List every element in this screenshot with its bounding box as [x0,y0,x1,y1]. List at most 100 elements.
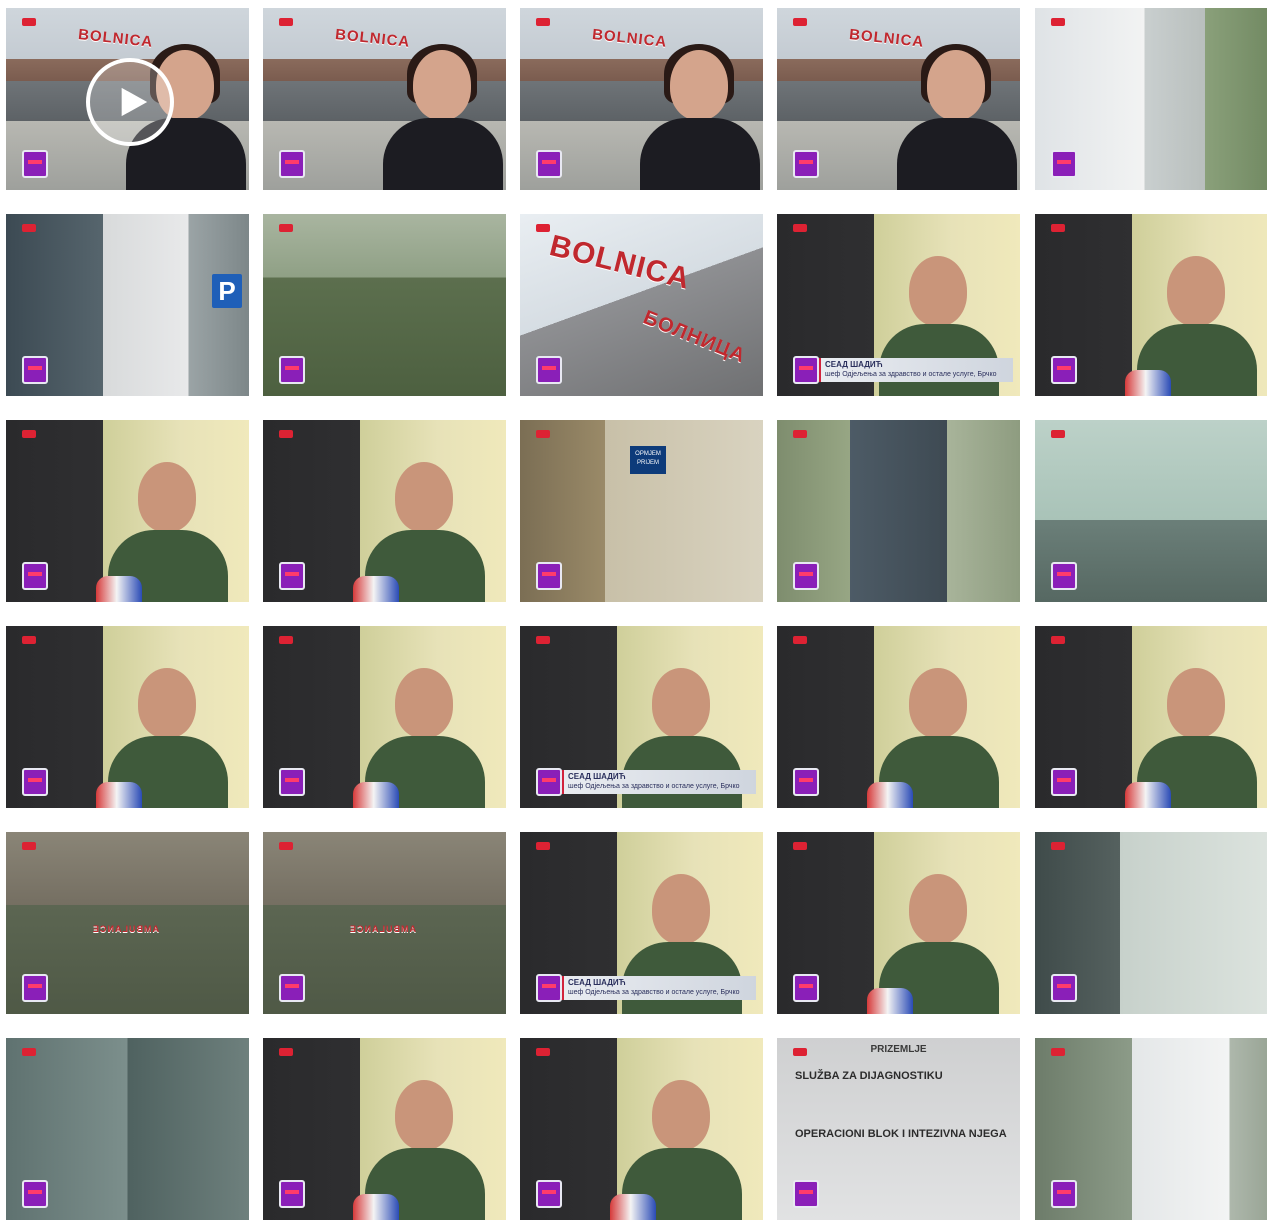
play-icon [121,87,148,117]
video-thumbnail[interactable] [1035,626,1267,808]
channel-logo-icon [793,1180,819,1208]
channel-logo-icon [279,1180,305,1208]
broadcaster-mark-icon [279,18,293,26]
channel-logo-icon [536,974,562,1002]
video-thumbnail[interactable]: BOLNICA [777,8,1020,190]
video-thumbnail[interactable] [777,832,1020,1014]
video-thumbnail[interactable] [777,420,1020,602]
channel-logo-icon [793,356,819,384]
channel-logo-icon [793,768,819,796]
channel-logo-icon [22,562,48,590]
channel-logo-icon [1051,1180,1077,1208]
broadcaster-mark-icon [1051,224,1065,232]
video-thumbnail[interactable] [263,626,506,808]
microphone-icon [96,576,142,602]
broadcaster-mark-icon [22,1048,36,1056]
microphone-icon [353,1194,399,1220]
video-thumbnail[interactable] [6,1038,249,1220]
lower-third-caption: СЕАД ШАДИЋ шеф Одјељења за здравство и ос… [817,358,1013,382]
microphone-icon [96,782,142,808]
parking-sign: P [212,274,242,308]
video-thumbnail[interactable] [6,420,249,602]
video-thumbnail[interactable]: AMBULANCE [263,832,506,1014]
broadcaster-mark-icon [536,224,550,232]
caption-name: СЕАД ШАДИЋ [825,360,883,369]
channel-logo-icon [536,1180,562,1208]
broadcaster-mark-icon [536,430,550,438]
video-thumbnail[interactable] [520,1038,763,1220]
caption-name: СЕАД ШАДИЋ [568,978,626,987]
broadcaster-mark-icon [536,842,550,850]
broadcaster-mark-icon [279,430,293,438]
channel-logo-icon [279,974,305,1002]
channel-logo-icon [793,974,819,1002]
door-sign: OPMJEM PRIJEM [630,446,666,474]
microphone-icon [353,576,399,602]
channel-logo-icon [22,768,48,796]
video-thumbnail[interactable]: OPMJEM PRIJEM [520,420,763,602]
news-anchor [383,40,503,190]
video-thumbnail[interactable]: СЕАД ШАДИЋ шеф Одјељења за здравство и ос… [777,214,1020,396]
broadcaster-mark-icon [279,842,293,850]
video-thumbnail[interactable]: P [6,214,249,396]
news-anchor [897,40,1017,190]
channel-logo-icon [22,356,48,384]
broadcaster-mark-icon [1051,1048,1065,1056]
microphone-icon [353,782,399,808]
microphone-icon [610,1194,656,1220]
video-thumbnail[interactable] [263,214,506,396]
broadcaster-mark-icon [793,1048,807,1056]
video-thumbnail[interactable]: PRIZEMLJE SLUŽBA ZA DIJAGNOSTIKU OPERACION… [777,1038,1020,1220]
broadcaster-mark-icon [536,1048,550,1056]
broadcaster-mark-icon [793,636,807,644]
lower-third-caption: СЕАД ШАДИЋ шеф Одјељења за здравство и ос… [560,976,756,1000]
channel-logo-icon [279,768,305,796]
microphone-icon [1125,370,1171,396]
video-thumbnail[interactable] [1035,420,1267,602]
video-thumbnail[interactable]: AMBULANCE [6,832,249,1014]
video-thumbnail[interactable] [1035,8,1267,190]
broadcaster-mark-icon [279,636,293,644]
video-thumbnail[interactable] [777,626,1020,808]
video-thumbnail[interactable] [6,626,249,808]
video-thumbnail[interactable]: СЕАД ШАДИЋ шеф Одјељења за здравство и ос… [520,626,763,808]
video-thumbnail[interactable]: BOLNICA [263,8,506,190]
microphone-icon [867,782,913,808]
video-thumbnail[interactable]: СЕАД ШАДИЋ шеф Одјељења за здравство и ос… [520,832,763,1014]
broadcaster-mark-icon [279,224,293,232]
news-anchor [640,40,760,190]
video-thumbnail[interactable] [1035,832,1267,1014]
channel-logo-icon [536,768,562,796]
thumbnail-grid: BOLNICA BOLNICA BOLNICA BOLNICA P BOLNICA БОЛН… [0,0,1267,1220]
video-thumbnail[interactable]: BOLNICA [6,8,249,190]
video-thumbnail[interactable]: BOLNICA БОЛНИЦА [520,214,763,396]
channel-logo-icon [793,150,819,178]
channel-logo-icon [536,562,562,590]
broadcaster-mark-icon [22,842,36,850]
play-button[interactable] [86,58,174,146]
channel-logo-icon [279,356,305,384]
broadcaster-mark-icon [536,636,550,644]
channel-logo-icon [22,974,48,1002]
video-thumbnail[interactable] [1035,1038,1267,1220]
video-thumbnail[interactable]: BOLNICA [520,8,763,190]
channel-logo-icon [1051,974,1077,1002]
video-thumbnail[interactable] [263,1038,506,1220]
channel-logo-icon [536,150,562,178]
broadcaster-mark-icon [22,430,36,438]
video-thumbnail[interactable] [263,420,506,602]
caption-role: шеф Одјељења за здравство и остале услуг… [825,371,997,378]
broadcaster-mark-icon [22,18,36,26]
channel-logo-icon [793,562,819,590]
caption-role: шеф Одјељења за здравство и остале услуг… [568,989,740,996]
channel-logo-icon [22,150,48,178]
channel-logo-icon [279,150,305,178]
channel-logo-icon [22,1180,48,1208]
broadcaster-mark-icon [793,430,807,438]
directory-line: SLUŽBA ZA DIJAGNOSTIKU [795,1070,943,1082]
channel-logo-icon [1051,768,1077,796]
broadcaster-mark-icon [793,224,807,232]
broadcaster-mark-icon [1051,842,1065,850]
channel-logo-icon [1051,150,1077,178]
video-thumbnail[interactable] [1035,214,1267,396]
